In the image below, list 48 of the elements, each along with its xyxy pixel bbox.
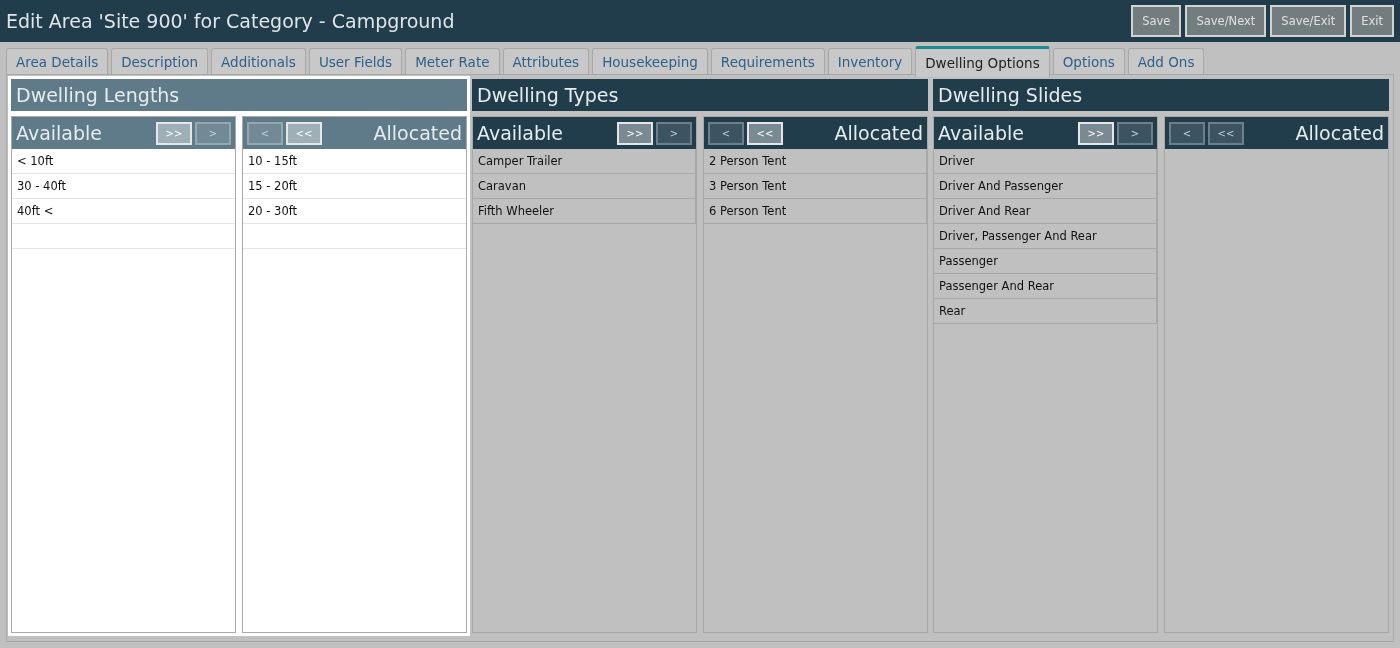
list-title: Allocated	[834, 122, 923, 144]
list-item[interactable]: Camper Trailer	[473, 149, 696, 174]
list-item[interactable]: Driver	[934, 149, 1157, 174]
action-button[interactable]: Exit	[1350, 5, 1394, 37]
tab[interactable]: Attributes	[502, 48, 590, 74]
tab[interactable]: Inventory	[827, 48, 913, 74]
list-title: Available	[16, 122, 102, 144]
list-item[interactable]: Rear	[934, 299, 1157, 324]
tab[interactable]: Area Details	[6, 48, 109, 74]
move-button[interactable]: >>	[617, 121, 653, 145]
list-title: Allocated	[1295, 122, 1384, 144]
move-button[interactable]: >>	[1078, 121, 1114, 145]
tab[interactable]: Additionals	[211, 48, 306, 74]
list-item[interactable]: Driver And Passenger	[934, 174, 1157, 199]
list-item[interactable]: < 10ft	[12, 149, 235, 174]
action-button[interactable]: Save/Exit	[1270, 5, 1347, 37]
list-item[interactable]: 10 - 15ft	[243, 149, 466, 174]
list-item[interactable]: 2 Person Tent	[704, 149, 927, 174]
list-item[interactable]: Driver, Passenger And Rear	[934, 224, 1157, 249]
window-title: Edit Area 'Site 900' for Category - Campground	[6, 10, 455, 32]
tab[interactable]: Add Ons	[1127, 48, 1205, 74]
tab[interactable]: Options	[1052, 48, 1125, 74]
tab[interactable]: Meter Rate	[405, 48, 500, 74]
list-item[interactable]: 20 - 30ft	[243, 199, 466, 224]
action-button[interactable]: Save/Next	[1185, 5, 1267, 37]
list-item[interactable]: Fifth Wheeler	[473, 199, 696, 224]
list-title: Available	[477, 122, 563, 144]
tab[interactable]: Dwelling Options	[915, 46, 1050, 77]
section-title: Dwelling Slides	[933, 79, 1389, 111]
list-item[interactable]: Passenger And Rear	[934, 274, 1157, 299]
list-item[interactable]: Passenger	[934, 249, 1157, 274]
list-title: Allocated	[373, 122, 462, 144]
list-item[interactable]: Driver And Rear	[934, 199, 1157, 224]
move-button[interactable]: <<	[747, 121, 783, 145]
action-button[interactable]: Save	[1131, 5, 1182, 37]
section-title: Dwelling Types	[472, 79, 928, 111]
section-title: Dwelling Lengths	[11, 79, 467, 111]
list-item[interactable]: Caravan	[473, 174, 696, 199]
list-item[interactable]: 30 - 40ft	[12, 174, 235, 199]
list-item[interactable]: 3 Person Tent	[704, 174, 927, 199]
tab[interactable]: Description	[111, 48, 209, 74]
list-item[interactable]: 6 Person Tent	[704, 199, 927, 224]
tab[interactable]: Housekeeping	[592, 48, 708, 74]
list-title: Available	[938, 122, 1024, 144]
list-item[interactable]: 40ft <	[12, 199, 235, 224]
tab[interactable]: Requirements	[710, 48, 825, 74]
list-item[interactable]: 15 - 20ft	[243, 174, 466, 199]
tab[interactable]: User Fields	[308, 48, 403, 74]
